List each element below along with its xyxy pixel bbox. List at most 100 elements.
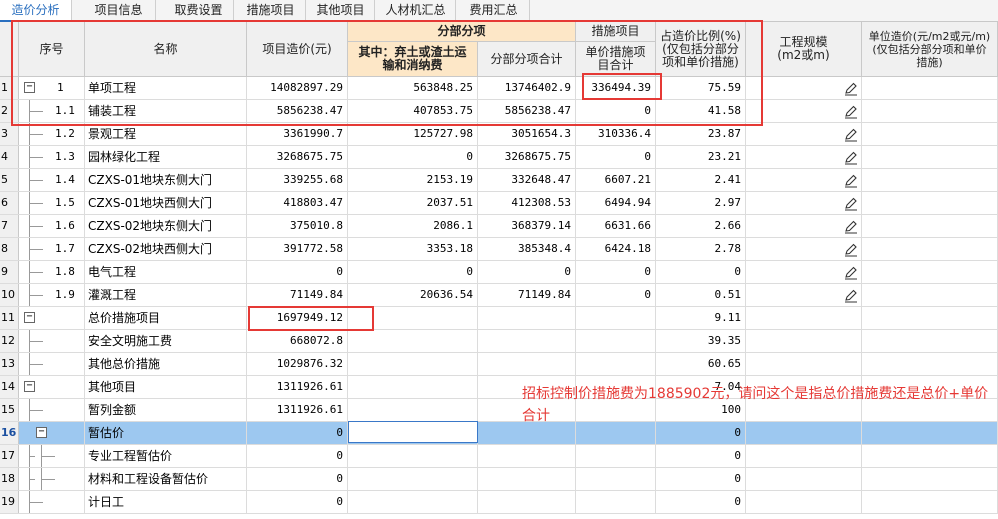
project-cost-cell[interactable]: 71149.84: [247, 284, 348, 306]
row-number[interactable]: 14: [0, 376, 19, 398]
unit-measure-cell[interactable]: [576, 445, 656, 467]
seq-cell[interactable]: [19, 353, 85, 375]
qitu-fee-cell[interactable]: 2086.1: [348, 215, 478, 237]
ratio-cell[interactable]: 0: [656, 468, 746, 490]
qitu-fee-cell[interactable]: 3353.18: [348, 238, 478, 260]
row-number[interactable]: 15: [0, 399, 19, 421]
name-cell[interactable]: 安全文明施工费: [85, 330, 247, 352]
project-cost-cell[interactable]: 1029876.32: [247, 353, 348, 375]
fbfx-total-cell[interactable]: 3268675.75: [478, 146, 576, 168]
qitu-fee-cell[interactable]: [348, 330, 478, 352]
project-cost-cell[interactable]: 1311926.61: [247, 376, 348, 398]
qitu-fee-cell[interactable]: [348, 376, 478, 398]
unit-cost-cell[interactable]: [862, 238, 998, 260]
table-row[interactable]: 1−1 单项工程 14082897.29 563848.25 13746402.9 336…: [0, 77, 998, 100]
tab-4[interactable]: 措施项目: [236, 0, 306, 22]
qitu-fee-cell[interactable]: 407853.75: [348, 100, 478, 122]
row-number[interactable]: 4: [0, 146, 19, 168]
collapse-toggle-icon[interactable]: −: [24, 82, 35, 93]
row-number[interactable]: 7: [0, 215, 19, 237]
collapse-toggle-icon[interactable]: −: [36, 427, 47, 438]
unit-cost-cell[interactable]: [862, 100, 998, 122]
row-number[interactable]: 12: [0, 330, 19, 352]
scale-cell[interactable]: [746, 261, 862, 283]
seq-cell[interactable]: 1.3: [19, 146, 85, 168]
row-number[interactable]: 13: [0, 353, 19, 375]
tab-5[interactable]: 其他项目: [307, 0, 375, 22]
seq-cell[interactable]: 1.8: [19, 261, 85, 283]
ratio-cell[interactable]: 2.66: [656, 215, 746, 237]
fbfx-total-cell[interactable]: [478, 445, 576, 467]
unit-measure-cell[interactable]: 310336.4: [576, 123, 656, 145]
table-row[interactable]: 11− 总价措施项目 1697949.12 9.11: [0, 307, 998, 330]
active-edit-cell[interactable]: [348, 421, 478, 443]
header-ratio[interactable]: 占造价比例(%)(仅包括分部分项和单价措施): [656, 22, 746, 77]
project-cost-cell[interactable]: 3361990.7: [247, 123, 348, 145]
tab-6[interactable]: 人材机汇总: [376, 0, 456, 22]
table-row[interactable]: 12 安全文明施工费 668072.8 39.35: [0, 330, 998, 353]
unit-measure-cell[interactable]: [576, 307, 656, 329]
name-cell[interactable]: CZXS-02地块西侧大门: [85, 238, 247, 260]
scale-cell[interactable]: [746, 353, 862, 375]
pencil-edit-icon[interactable]: [844, 150, 858, 165]
name-cell[interactable]: 景观工程: [85, 123, 247, 145]
collapse-toggle-icon[interactable]: −: [24, 312, 35, 323]
ratio-cell[interactable]: 0.51: [656, 284, 746, 306]
project-cost-cell[interactable]: 1697949.12: [247, 307, 348, 329]
qitu-fee-cell[interactable]: 0: [348, 261, 478, 283]
scale-cell[interactable]: [746, 491, 862, 513]
fbfx-total-cell[interactable]: 3051654.3: [478, 123, 576, 145]
ratio-cell[interactable]: 2.97: [656, 192, 746, 214]
name-cell[interactable]: 园林绿化工程: [85, 146, 247, 168]
project-cost-cell[interactable]: 1311926.61: [247, 399, 348, 421]
pencil-edit-icon[interactable]: [844, 196, 858, 211]
fbfx-total-cell[interactable]: 332648.47: [478, 169, 576, 191]
project-cost-cell[interactable]: 339255.68: [247, 169, 348, 191]
collapse-toggle-icon[interactable]: −: [24, 381, 35, 392]
scale-cell[interactable]: [746, 215, 862, 237]
table-row[interactable]: 13 其他总价措施 1029876.32 60.65: [0, 353, 998, 376]
row-number[interactable]: 17: [0, 445, 19, 467]
table-row[interactable]: 19 计日工 0 0: [0, 491, 998, 514]
table-row[interactable]: 2 1.1 铺装工程 5856238.47 407853.75 5856238.47 0 41…: [0, 100, 998, 123]
project-cost-cell[interactable]: 391772.58: [247, 238, 348, 260]
name-cell[interactable]: 其他总价措施: [85, 353, 247, 375]
unit-cost-cell[interactable]: [862, 146, 998, 168]
header-unit-measure-total[interactable]: 单价措施项目合计: [576, 42, 656, 77]
name-cell[interactable]: 总价措施项目: [85, 307, 247, 329]
project-cost-cell[interactable]: 0: [247, 261, 348, 283]
unit-measure-cell[interactable]: 336494.39: [576, 77, 656, 99]
header-fbfx-total[interactable]: 分部分项合计: [478, 42, 576, 77]
seq-cell[interactable]: 1.1: [19, 100, 85, 122]
unit-cost-cell[interactable]: [862, 192, 998, 214]
table-row[interactable]: 5 1.4 CZXS-01地块东侧大门 339255.68 2153.19 332648.…: [0, 169, 998, 192]
name-cell[interactable]: 电气工程: [85, 261, 247, 283]
unit-cost-cell[interactable]: [862, 353, 998, 375]
ratio-cell[interactable]: 9.11: [656, 307, 746, 329]
seq-cell[interactable]: 1.9: [19, 284, 85, 306]
row-number[interactable]: 11: [0, 307, 19, 329]
row-number[interactable]: 6: [0, 192, 19, 214]
qitu-fee-cell[interactable]: 2037.51: [348, 192, 478, 214]
unit-cost-cell[interactable]: [862, 77, 998, 99]
fbfx-total-cell[interactable]: 71149.84: [478, 284, 576, 306]
ratio-cell[interactable]: 2.78: [656, 238, 746, 260]
pencil-edit-icon[interactable]: [844, 265, 858, 280]
table-row[interactable]: 9 1.8 电气工程 0 0 0 0 0: [0, 261, 998, 284]
scale-cell[interactable]: [746, 330, 862, 352]
row-number[interactable]: 18: [0, 468, 19, 490]
unit-measure-cell[interactable]: 6607.21: [576, 169, 656, 191]
tab-2[interactable]: 项目信息: [82, 0, 156, 22]
ratio-cell[interactable]: 0: [656, 445, 746, 467]
name-cell[interactable]: CZXS-02地块东侧大门: [85, 215, 247, 237]
fbfx-total-cell[interactable]: [478, 307, 576, 329]
unit-measure-cell[interactable]: 0: [576, 284, 656, 306]
header-qitu-fee[interactable]: 其中：弃土或渣土运输和消纳费: [348, 42, 478, 77]
name-cell[interactable]: 铺装工程: [85, 100, 247, 122]
project-cost-cell[interactable]: 14082897.29: [247, 77, 348, 99]
row-number[interactable]: 1: [0, 77, 19, 99]
name-cell[interactable]: 计日工: [85, 491, 247, 513]
seq-cell[interactable]: −: [19, 307, 85, 329]
header-seq[interactable]: 序号: [19, 22, 85, 77]
seq-cell[interactable]: [19, 468, 85, 490]
